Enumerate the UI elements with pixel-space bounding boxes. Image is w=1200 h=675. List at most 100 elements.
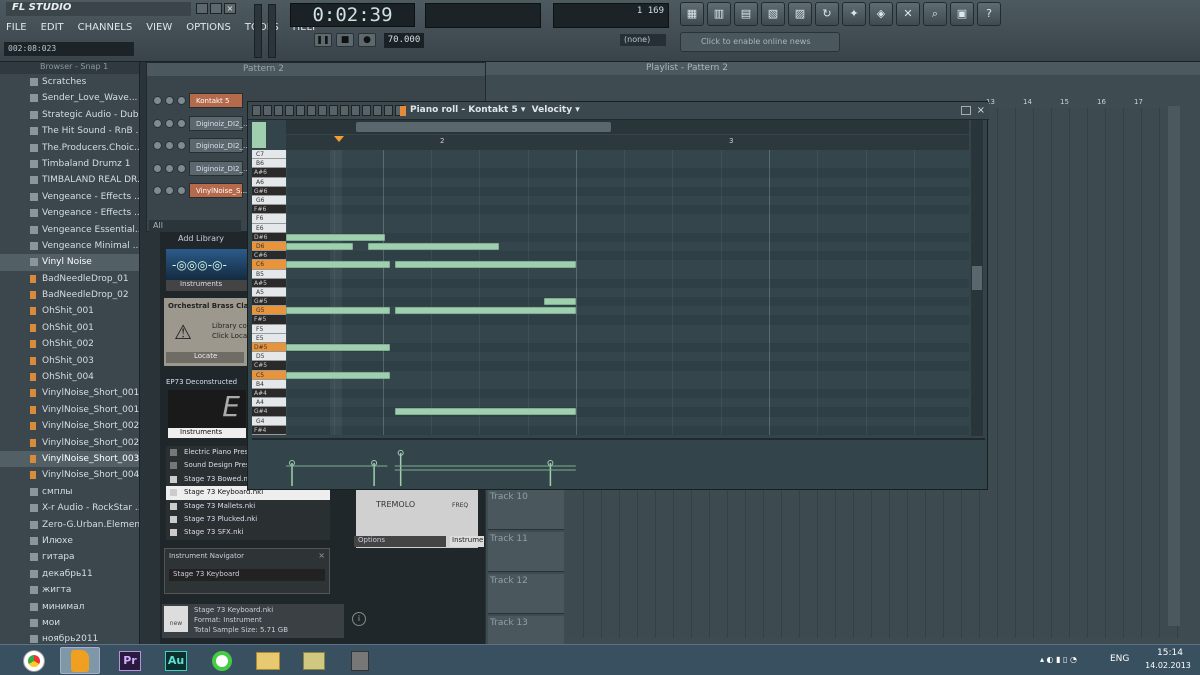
- clock-date[interactable]: 14.02.2013: [1140, 661, 1196, 670]
- preset-item[interactable]: Stage 73 Mallets.nki: [166, 500, 330, 513]
- piano-roll-maximize-button[interactable]: [961, 106, 971, 115]
- browser-folder-item[interactable]: минимал: [0, 599, 139, 615]
- playhead-marker[interactable]: [334, 136, 344, 142]
- browser-folder-item[interactable]: жигта: [0, 582, 139, 598]
- chrome-icon[interactable]: [14, 647, 54, 674]
- channel-mute-led[interactable]: [153, 96, 162, 105]
- mixer-icon[interactable]: ▦: [680, 2, 704, 26]
- language-indicator[interactable]: ENG: [1110, 654, 1129, 664]
- browser-folder-item[interactable]: Scratches: [0, 74, 139, 90]
- menu-options[interactable]: OPTIONS: [184, 22, 233, 33]
- menu-view[interactable]: VIEW: [144, 22, 174, 33]
- pencil-icon[interactable]: [252, 105, 261, 116]
- minimize-button[interactable]: [196, 3, 208, 14]
- browser-folder-item[interactable]: смплы: [0, 484, 139, 500]
- premiere-icon[interactable]: Pr: [110, 647, 150, 674]
- browser-folder-item[interactable]: Vengeance Essential...: [0, 222, 139, 238]
- mute-icon[interactable]: [285, 105, 294, 116]
- track-header[interactable]: Track 12: [488, 574, 564, 614]
- event-editor[interactable]: [252, 438, 985, 486]
- pause-button[interactable]: ❚❚: [314, 33, 332, 47]
- preset-item[interactable]: Stage 73 Plucked.nki: [166, 513, 330, 526]
- channel-name-button[interactable]: Kontakt 5: [189, 93, 243, 108]
- channel-pan-knob[interactable]: [177, 186, 186, 195]
- channel-pan-knob[interactable]: [177, 96, 186, 105]
- browser-file-item[interactable]: OhShit_002: [0, 336, 139, 352]
- midi-note[interactable]: [286, 261, 390, 269]
- preset-item[interactable]: Stage 73 SFX.nki: [166, 526, 330, 539]
- browser-folder-item[interactable]: X-r Audio - RockStar ...: [0, 500, 139, 516]
- browser-file-item[interactable]: VinylNoise_Short_004: [0, 467, 139, 483]
- vscroll-thumb[interactable]: [972, 266, 982, 290]
- stop-icon[interactable]: [384, 105, 393, 116]
- track-header[interactable]: Track 11: [488, 532, 564, 572]
- browser-folder-item[interactable]: TIMBALAND REAL DR...: [0, 172, 139, 188]
- channel-row[interactable]: Diginoiz_DI2_...: [153, 160, 250, 176]
- browser-file-item[interactable]: OhShit_004: [0, 369, 139, 385]
- browser-folder-item[interactable]: Sender_Love_Wave...: [0, 90, 139, 106]
- online-news-bar[interactable]: Click to enable online news: [680, 32, 840, 52]
- hscroll-thumb[interactable]: [356, 122, 611, 132]
- browser-folder-item[interactable]: Илюхе: [0, 533, 139, 549]
- midi-icon[interactable]: ✦: [842, 2, 866, 26]
- piano-roll-menu-icon[interactable]: [400, 106, 406, 116]
- browser-folder-item[interactable]: Vengeance Minimal ...: [0, 238, 139, 254]
- channel-name-button[interactable]: Diginoiz_DI2_...: [189, 138, 250, 153]
- tools-icon[interactable]: ✕: [896, 2, 920, 26]
- slice-icon[interactable]: [296, 105, 305, 116]
- channel-volume-knob[interactable]: [165, 118, 174, 128]
- browser-file-item[interactable]: VinylNoise_Short_001: [0, 402, 139, 418]
- channel-row[interactable]: Diginoiz_DI2_...: [153, 138, 250, 153]
- master-volume-slider[interactable]: [254, 4, 262, 58]
- midi-note[interactable]: [286, 233, 385, 241]
- stop-button[interactable]: ■: [336, 33, 354, 47]
- undo-icon[interactable]: ↻: [815, 2, 839, 26]
- piano-roll-icon[interactable]: ▤: [734, 2, 758, 26]
- browser-folder-item[interactable]: гитара: [0, 549, 139, 565]
- locate-button[interactable]: Locate: [166, 352, 244, 363]
- browser-file-item[interactable]: BadNeedleDrop_01: [0, 271, 139, 287]
- channel-rack-icon[interactable]: ▨: [788, 2, 812, 26]
- playlist-icon[interactable]: ▥: [707, 2, 731, 26]
- track-header[interactable]: Track 10: [488, 490, 564, 530]
- channel-name-button[interactable]: Diginoiz_DI2_...: [189, 115, 250, 131]
- browser-folder-item[interactable]: Vinyl Noise: [0, 254, 139, 271]
- magnet-icon[interactable]: [362, 105, 371, 116]
- browser-file-item[interactable]: VinylNoise_Short_002: [0, 435, 139, 451]
- channel-mute-led[interactable]: [153, 141, 162, 150]
- menu-channels[interactable]: CHANNELS: [76, 22, 135, 33]
- master-pitch-slider[interactable]: [268, 4, 276, 58]
- channel-volume-knob[interactable]: [165, 186, 174, 195]
- playback-icon[interactable]: [329, 105, 338, 116]
- browser-file-item[interactable]: VinylNoise_Short_002: [0, 418, 139, 434]
- midi-note[interactable]: [368, 242, 499, 250]
- cpu-icon[interactable]: ◈: [869, 2, 893, 26]
- channel-pan-knob[interactable]: [177, 163, 186, 173]
- maximize-button[interactable]: [210, 3, 222, 14]
- channel-filter[interactable]: All: [149, 220, 241, 232]
- explorer-icon[interactable]: [248, 647, 288, 674]
- notes-icon[interactable]: [294, 647, 334, 674]
- channel-pan-knob[interactable]: [177, 118, 186, 128]
- browser-folder-item[interactable]: Zero-G.Urban.Elemen...: [0, 517, 139, 533]
- help2-icon[interactable]: ?: [977, 2, 1001, 26]
- note-grid[interactable]: [286, 150, 969, 435]
- browser-folder-item[interactable]: Vengeance - Effects ...: [0, 205, 139, 221]
- channel-mute-led[interactable]: [153, 118, 162, 128]
- menu-file[interactable]: FILE: [4, 22, 29, 33]
- menu-edit[interactable]: EDIT: [39, 22, 66, 33]
- search-icon[interactable]: ⌕: [923, 2, 947, 26]
- browser-icon[interactable]: ▧: [761, 2, 785, 26]
- browser-folder-item[interactable]: Timbaland Drumz 1: [0, 156, 139, 172]
- instruments-tab[interactable]: Instruments: [166, 280, 248, 291]
- add-library-button[interactable]: Add Library: [166, 234, 246, 246]
- channel-volume-knob[interactable]: [165, 163, 174, 173]
- channel-row[interactable]: Diginoiz_DI2_...: [153, 115, 250, 131]
- zoom-icon[interactable]: [318, 105, 327, 116]
- midi-note[interactable]: [544, 298, 576, 306]
- scanner-icon[interactable]: [340, 647, 380, 674]
- browser-file-item[interactable]: OhShit_001: [0, 320, 139, 336]
- channel-volume-knob[interactable]: [165, 141, 174, 150]
- record-button[interactable]: ●: [358, 33, 376, 47]
- info-icon[interactable]: i: [352, 612, 366, 626]
